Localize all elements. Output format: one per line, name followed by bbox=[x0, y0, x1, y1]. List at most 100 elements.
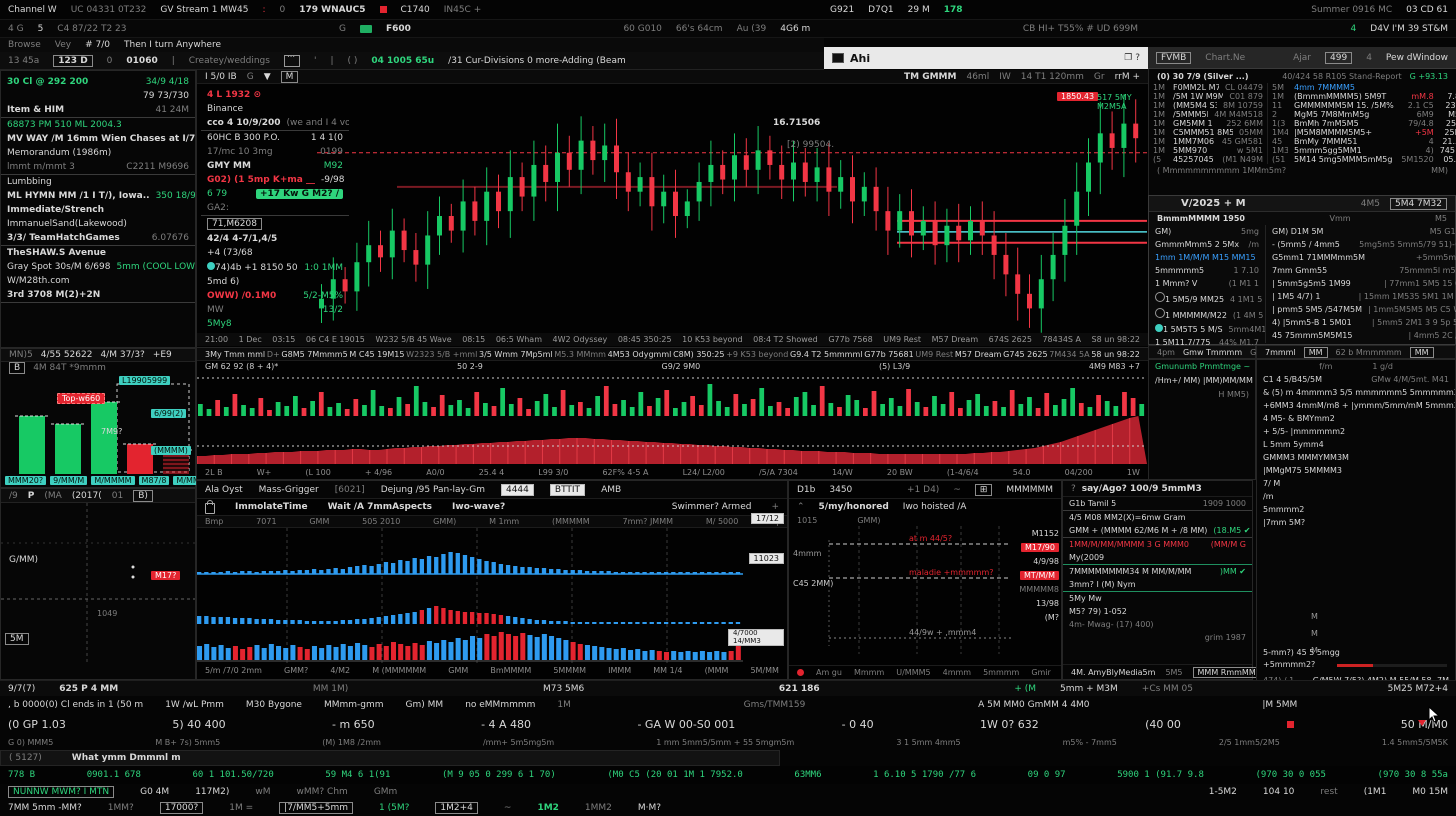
news-row[interactable]: GMMM3 MMMYMM3M bbox=[1257, 451, 1455, 464]
overlay-row[interactable]: MW13/2 bbox=[201, 303, 349, 317]
menu-item[interactable]: 179 WNAUC5 bbox=[299, 5, 365, 15]
news-row[interactable]: /m bbox=[1257, 490, 1455, 503]
overlay-row[interactable]: +4 (73/68 bbox=[201, 246, 349, 260]
chart-toolbar-item[interactable]: M bbox=[281, 71, 299, 83]
grid-top-item[interactable]: D1b bbox=[797, 485, 815, 495]
overlay-row[interactable]: GMY MMM92 bbox=[201, 159, 349, 173]
right-header-item[interactable]: 499 bbox=[1325, 52, 1352, 64]
status-item[interactable]: M30 Bygone bbox=[246, 700, 302, 710]
market-watch-row[interactable]: 2MgM5 7M8MmM5g6M9M5 GM1.2 bbox=[1268, 110, 1456, 119]
info-row[interactable]: W/M28th.com bbox=[1, 274, 195, 288]
dialog-row[interactable]: GmmmMmm5 2 5Mx/m bbox=[1149, 238, 1265, 251]
right-header-item[interactable]: Ajar bbox=[1293, 53, 1311, 63]
grid-header-item[interactable]: /9 bbox=[9, 491, 18, 501]
status-item[interactable]: 1M bbox=[557, 700, 571, 710]
chart-toolbar-item[interactable]: 46ml bbox=[966, 72, 989, 82]
market-watch-row[interactable]: 1MC5MMM51 8M5 1 4Z53105MM bbox=[1149, 128, 1267, 137]
info-row[interactable]: Lumbbing bbox=[1, 175, 195, 189]
news-row[interactable]: & (5) m 4mmmm3 5/5 mmmmmm5 5mmmmm3 ....5… bbox=[1257, 386, 1455, 399]
market-watch-row[interactable]: 1(3BmMh 7mM5M579/4.825 4M1- M bbox=[1268, 119, 1456, 128]
info-row[interactable]: Immediate/Strench bbox=[1, 203, 195, 217]
indicator-tab[interactable]: Dejung /95 Pan-lay-Gm bbox=[381, 485, 485, 495]
menu-item[interactable]: D7Q1 bbox=[868, 5, 893, 15]
overlay-row[interactable]: 42/4 4-7/1,4/5 bbox=[201, 232, 349, 246]
window-titlebar[interactable]: Ahi ❐ ? bbox=[824, 47, 1148, 69]
toolbar-item[interactable]: 01060 bbox=[126, 56, 157, 66]
toolbar-item[interactable]: /31 Cur-Divisions 0 more-Adding (Beam bbox=[448, 56, 626, 66]
indicator-tab[interactable]: Mass-Grigger bbox=[259, 485, 319, 495]
menu-item[interactable]: C1740 bbox=[401, 5, 430, 15]
menu-item[interactable]: # 7/0 bbox=[85, 40, 110, 50]
dialog-row[interactable]: 45 75mmm5M5M15| 4mm5 2C /774 bbox=[1266, 329, 1456, 342]
toolbar-item[interactable]: | bbox=[172, 56, 175, 66]
volume-panel[interactable]: 3My Tmm mmlD+G8M5 7Mmmm5M C45 19M15W2323… bbox=[196, 348, 1148, 480]
chart-toolbar-item[interactable]: ▼ bbox=[264, 72, 271, 82]
menu-item[interactable]: 03 CD 61 bbox=[1406, 5, 1448, 15]
right-tab[interactable]: MM bbox=[1410, 347, 1434, 358]
overlay-row[interactable]: G02) (1 5mp K+ma __-9/98 bbox=[201, 173, 349, 187]
right-tab[interactable]: 7mmml bbox=[1265, 348, 1296, 357]
info-row[interactable]: TheSHAW.S Avenue bbox=[1, 246, 195, 260]
menu-item[interactable]: 4G6 m bbox=[780, 24, 810, 34]
market-watch-row[interactable]: 11GMMMMMM5M 15. /5M%2.1 C523L GM1.5 bbox=[1268, 101, 1456, 110]
status-item[interactable]: 1W /wL Pmm bbox=[165, 700, 224, 710]
chart-toolbar-item[interactable]: G bbox=[247, 72, 254, 82]
news-log-panel[interactable]: f/m 1 g/d C1 4 5/B45/5MGMw 4/M/5mt. M41&… bbox=[1256, 359, 1456, 690]
menu-item[interactable]: G921 bbox=[830, 5, 854, 15]
overlay-row[interactable]: 6 79+17 Kw G M2? / bbox=[201, 187, 349, 201]
chart-toolbar-item[interactable]: I 5/0 IB bbox=[205, 72, 237, 82]
overlay-row[interactable]: 5md 6) bbox=[201, 275, 349, 289]
right-header-item[interactable]: FVMB bbox=[1156, 52, 1191, 64]
toolbar-item[interactable]: ' bbox=[314, 56, 316, 66]
chart-toolbar-item[interactable]: rrM + bbox=[1115, 72, 1140, 82]
grid-header-item[interactable]: (2017( bbox=[72, 491, 102, 501]
right-tab[interactable]: Gmw Tmmmm bbox=[1183, 348, 1242, 357]
grid-header-item[interactable]: P bbox=[28, 491, 35, 501]
dialog-row[interactable]: 5mmmmm51 7.10 bbox=[1149, 264, 1265, 277]
watch-summary-panel[interactable]: Gmunumb Pmmtmge ~ /Hm+/ MM) |MM)MM/MM + … bbox=[1148, 359, 1256, 480]
bars-tool-button[interactable]: B bbox=[9, 362, 25, 374]
right-header-item[interactable]: Chart.Ne bbox=[1205, 53, 1245, 63]
news-row[interactable]: + 5/5- |mmmmmm2 bbox=[1257, 425, 1455, 438]
position-row[interactable]: 4/5 M08 MM2(X)=6mw Gram bbox=[1063, 511, 1252, 524]
overlay-row[interactable]: OWW) /0.1M05/2-M5% bbox=[201, 289, 349, 303]
overlay-row[interactable]: 74)4b +1 8150 501:0 1MM bbox=[201, 260, 349, 275]
market-watch-row[interactable]: 45BmMy 7MMM51421.5 W51.23 bbox=[1268, 137, 1456, 146]
market-watch-row[interactable]: 1M1MM7M06 M9545 GM581 bbox=[1149, 137, 1267, 146]
menu-item[interactable]: 4 G bbox=[8, 24, 24, 34]
dialog-row[interactable]: 1 MMMMM/M22(1 4M 5 bbox=[1149, 306, 1265, 322]
grid-top-item[interactable]: +1 D4) bbox=[907, 485, 939, 495]
window-controls[interactable]: ❐ ? bbox=[1124, 53, 1140, 63]
positions-panel[interactable]: ? say/Ago? 100/9 5mmM3 G1b Tamil 51909 1… bbox=[1062, 480, 1253, 680]
mini-grid-box[interactable]: 5M bbox=[5, 633, 29, 645]
toolbar-item[interactable]: Createy/weddings bbox=[189, 56, 270, 66]
market-watch-row[interactable]: (545257045(M1 N49M bbox=[1149, 155, 1267, 164]
main-chart-panel[interactable]: I 5/0 IBG▼MTM GMMM46mlIW14 T1 120mmGrrrM… bbox=[196, 70, 1148, 348]
info-row[interactable]: 30 Cl @ 292 20034/9 4/18 bbox=[1, 75, 195, 89]
market-watch-row[interactable]: 1M/5M 1W M9MwC01 879 bbox=[1149, 92, 1267, 101]
news-row[interactable]: 7/ M bbox=[1257, 477, 1455, 490]
info-row[interactable]: ImmanuelSand(Lakewood) bbox=[1, 217, 195, 231]
info-row[interactable]: Gray Spot 30s/M 6/6985mm (COOL LOWER) bbox=[1, 260, 195, 274]
dialog-row[interactable]: | 1M5 4/7) 1| 15mm 1M535 5M1 1M 5M7 bbox=[1266, 290, 1456, 303]
menu-item[interactable]: Vey bbox=[55, 40, 71, 50]
market-watch-row[interactable]: 1MGM5MM 1252 6MM bbox=[1149, 119, 1267, 128]
grid-top-item[interactable]: ⊞ bbox=[975, 484, 993, 496]
menu-item[interactable]: 60 G010 bbox=[623, 24, 661, 34]
overlay-row[interactable]: 17/mc 10 3mg0199 bbox=[201, 145, 349, 159]
toolbar-item[interactable]: 13 45a bbox=[8, 56, 39, 66]
right-tab[interactable]: 62 b Mmmmmm bbox=[1336, 348, 1402, 357]
menu-item[interactable]: Channel W bbox=[8, 5, 57, 15]
overlay-row[interactable]: cco 4 10/9/200(we and I 4 vol) bbox=[201, 116, 349, 131]
overlay-row[interactable]: 60HC B 300 P.O.1 4 1(0 bbox=[201, 131, 349, 145]
dialog-row[interactable]: | 5mm5g5m5 1M99| 77mm1 5M5 15 GM5 bbox=[1266, 277, 1456, 290]
menu-item[interactable]: 4 bbox=[1351, 24, 1357, 34]
market-watch-row[interactable]: 5M4mm 7MMMM5KM5 bbox=[1268, 83, 1456, 92]
position-row[interactable]: 5My Mw bbox=[1063, 592, 1252, 605]
menu-item[interactable]: F600 bbox=[386, 24, 411, 34]
news-row[interactable]: 5mmmm2 bbox=[1257, 503, 1455, 516]
dialog-row[interactable]: 1 5M5T5 5 M/S5mm4M11 bbox=[1149, 322, 1265, 336]
status-item[interactable]: A 5M MM0 GmMM 4 4M0 bbox=[978, 700, 1089, 710]
menu-item[interactable] bbox=[380, 6, 387, 13]
market-watch-row[interactable]: 1M/5MMM5M404M M4M518 bbox=[1149, 110, 1267, 119]
